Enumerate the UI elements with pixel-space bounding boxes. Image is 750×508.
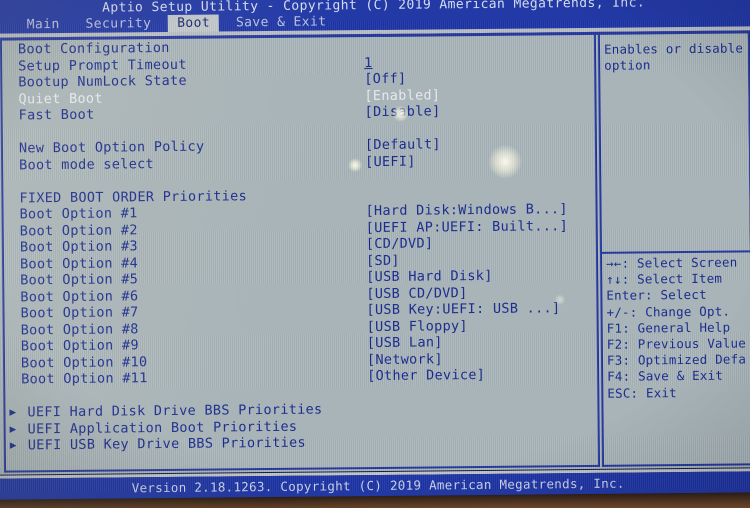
key-legend-enter-select: Enter: Select <box>606 287 707 304</box>
setting-label: Bootup NumLock State <box>18 72 187 91</box>
key-legend-f4-save-exit: F4: Save & Exit <box>607 368 724 385</box>
key-legend-change-opt: +/-: Change Opt. <box>606 303 731 320</box>
setting-label: Boot Option #8 <box>20 320 139 338</box>
setting-label: Boot Option #3 <box>19 238 138 256</box>
setting-label: Boot Option #5 <box>20 271 139 289</box>
setting-label: Boot Option #10 <box>20 353 148 371</box>
setting-label: Quiet Boot <box>18 90 103 107</box>
tab-security[interactable]: Security <box>76 15 160 34</box>
bios-screen: Aptio Setup Utility - Copyright (C) 2019… <box>0 0 750 508</box>
key-legend-select-item: ↑↓: Select Item <box>606 270 723 287</box>
chevron-right-icon: ▶ <box>9 405 17 419</box>
setting-value[interactable]: [Enabled] <box>364 87 440 104</box>
help-line-2: option <box>604 57 651 73</box>
setting-value[interactable]: [CD/DVD] <box>366 235 434 252</box>
setting-label: Boot Option #7 <box>20 304 139 322</box>
setting-label: Boot Option #2 <box>19 221 138 239</box>
setting-value[interactable]: 1 <box>364 55 373 72</box>
setting-value[interactable]: [Off] <box>364 71 406 88</box>
setting-value[interactable]: [USB Lan] <box>367 334 443 351</box>
setting-label: New Boot Option Policy <box>18 138 205 157</box>
settings-list: Boot Configuration Setup Prompt Timeout … <box>6 36 600 467</box>
setting-value[interactable]: [UEFI AP:UEFI: Built...] <box>366 218 568 236</box>
tab-main[interactable]: Main <box>18 16 69 34</box>
setting-value[interactable]: [Other Device] <box>367 367 485 385</box>
setting-value[interactable]: [USB Floppy] <box>367 318 468 335</box>
setting-label: Boot Option #4 <box>19 254 139 272</box>
setting-value[interactable]: [UEFI] <box>365 153 416 170</box>
submenu-label: UEFI USB Key Drive BBS Priorities <box>27 434 306 454</box>
key-legend: →←: Select Screen ↑↓: Select Item Enter:… <box>606 254 750 401</box>
key-legend-esc-exit: ESC: Exit <box>607 384 677 401</box>
setting-label: Boot Option #11 <box>21 370 148 388</box>
key-legend-select-screen: →←: Select Screen <box>606 254 738 271</box>
key-legend-f1-general-help: F1: General Help <box>606 319 731 336</box>
setting-value[interactable]: [Network] <box>367 351 443 368</box>
help-line-1: Enables or disable <box>603 40 744 57</box>
key-legend-f3-optimized-defaults: F3: Optimized Defa <box>606 351 747 369</box>
setting-label: Setup Prompt Timeout <box>18 56 187 74</box>
setting-value[interactable]: [USB Hard Disk] <box>366 268 493 286</box>
setting-value[interactable]: [Disable] <box>365 103 441 120</box>
tab-boot[interactable]: Boot <box>168 14 220 33</box>
help-panel <box>597 32 750 467</box>
setting-label: Boot mode select <box>19 155 155 173</box>
setting-value[interactable]: [SD] <box>366 252 400 269</box>
setting-value[interactable]: [USB Key:UEFI: USB ...] <box>366 300 560 318</box>
setting-value[interactable]: [Default] <box>365 136 441 153</box>
chevron-right-icon: ▶ <box>9 421 17 436</box>
setting-label: Boot Option #1 <box>19 205 138 223</box>
setting-value[interactable]: [USB CD/DVD] <box>366 285 467 302</box>
help-text: Enables or disable option <box>604 40 750 73</box>
setting-value[interactable]: [Hard Disk:Windows B...] <box>365 201 567 219</box>
section-heading-label: Boot Configuration <box>17 39 170 58</box>
chevron-right-icon: ▶ <box>9 438 17 452</box>
setting-label: Fast Boot <box>18 106 95 124</box>
setting-label: Boot Option #9 <box>20 337 139 355</box>
setting-label: Boot Option #6 <box>20 287 139 305</box>
key-legend-f2-previous-value: F2: Previous Value <box>606 335 746 352</box>
